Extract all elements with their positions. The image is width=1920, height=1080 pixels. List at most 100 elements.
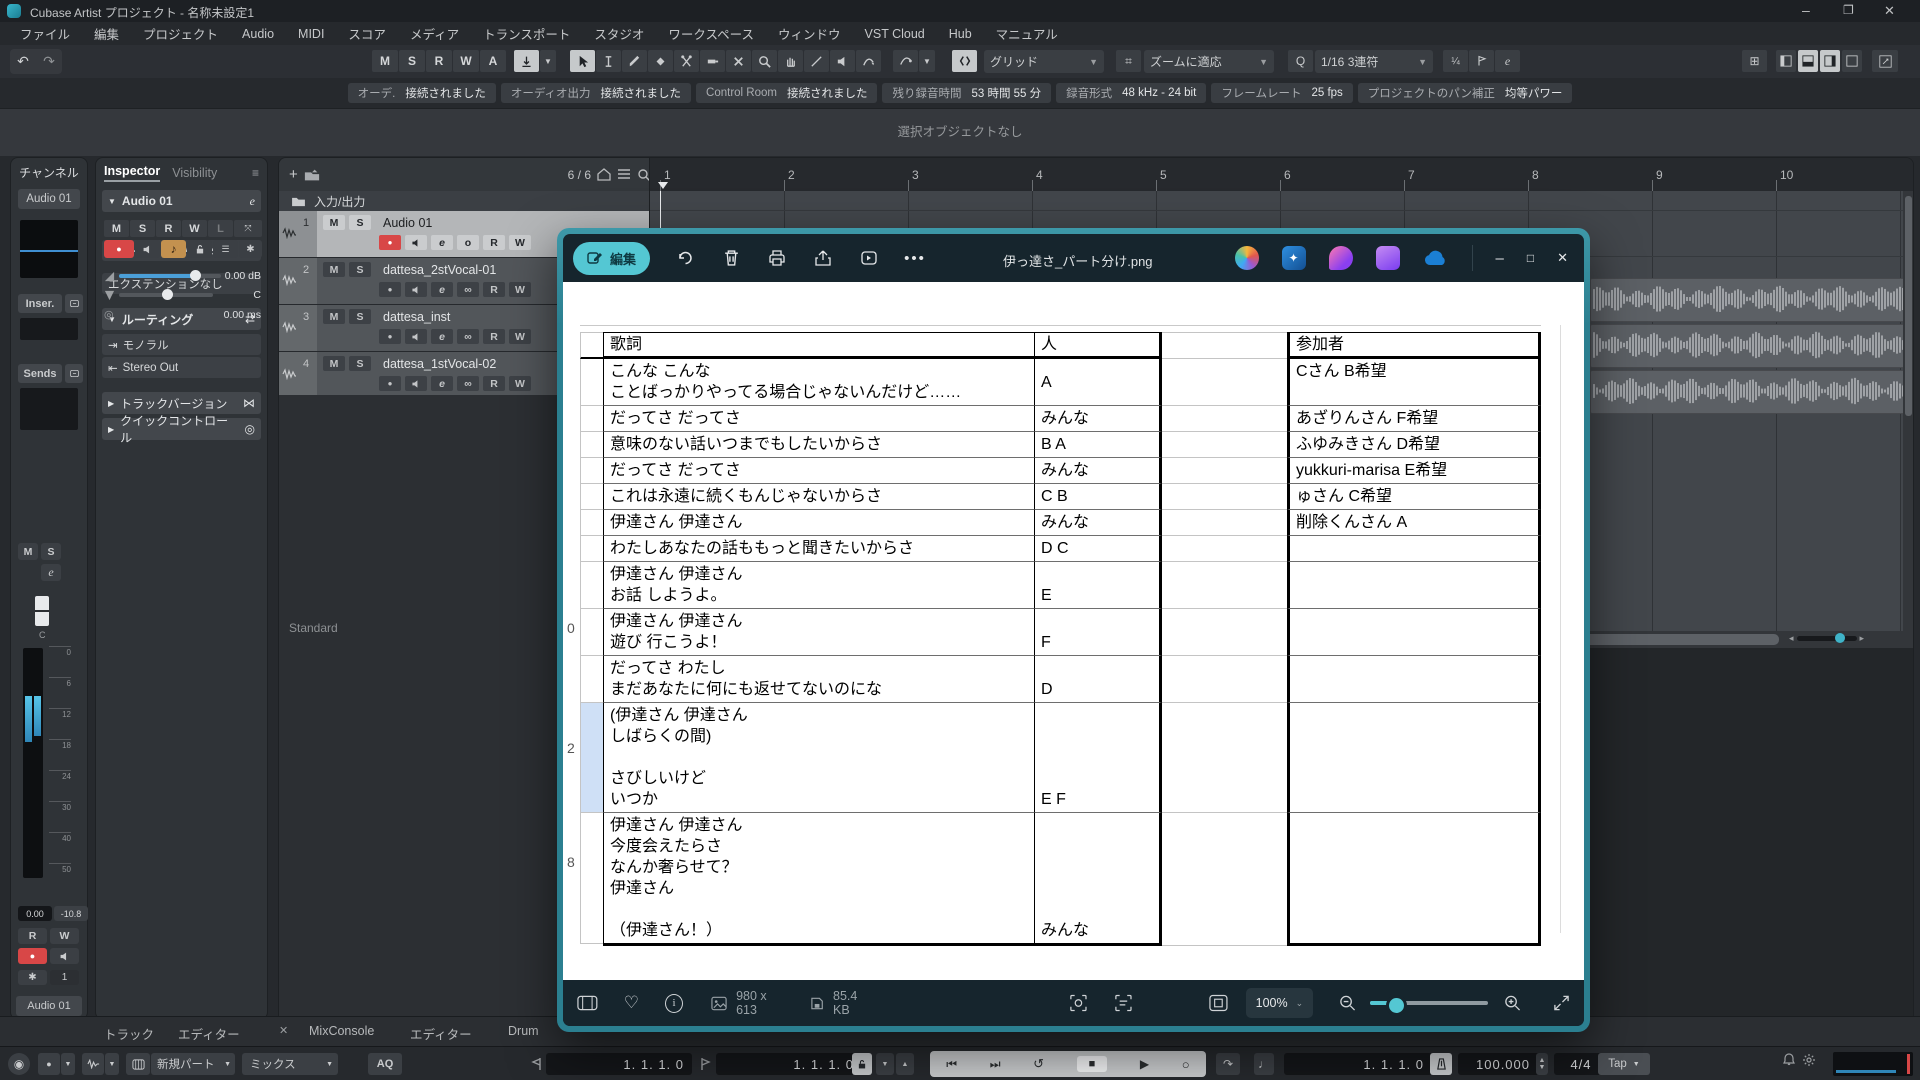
- track-monitor-button[interactable]: [405, 282, 427, 297]
- sends-bypass-icon[interactable]: [65, 364, 83, 383]
- track-record-button[interactable]: ●: [379, 282, 401, 297]
- menu-item-ウィンドウ[interactable]: ウィンドウ: [766, 21, 853, 46]
- undo-button[interactable]: ↶: [17, 53, 29, 70]
- photo-canvas[interactable]: 歌詞人参加者こんな こんな ことばっかりやってる場合じゃないんだけど……ACさん…: [563, 282, 1584, 980]
- track-channel-config[interactable]: ∞: [457, 329, 479, 344]
- inserts-bypass-icon[interactable]: [65, 294, 83, 313]
- vertical-scrollbar[interactable]: [1903, 191, 1914, 631]
- curve-options-caret[interactable]: ▼: [919, 50, 935, 72]
- channel-footer-name[interactable]: Audio 01: [16, 996, 82, 1016]
- text-extract-icon[interactable]: [1114, 993, 1133, 1013]
- track-mute-button[interactable]: M: [323, 215, 345, 230]
- copilot-icon[interactable]: [1235, 246, 1259, 270]
- lower-zone-tab-4[interactable]: Drum: [508, 1024, 539, 1038]
- menu-item-マニュアル[interactable]: マニュアル: [984, 21, 1070, 46]
- inspector-w-button[interactable]: W: [182, 220, 207, 237]
- track-read-button[interactable]: R: [483, 282, 505, 297]
- auto-quantize-button[interactable]: AQ: [368, 1053, 402, 1075]
- use-track-preset-icon[interactable]: [304, 168, 320, 182]
- menu-item-編集[interactable]: 編集: [82, 21, 131, 46]
- close-editor-tab-icon[interactable]: ✕: [279, 1024, 288, 1037]
- track-write-button[interactable]: W: [509, 235, 531, 250]
- track-read-button[interactable]: R: [483, 235, 505, 250]
- track-record-button[interactable]: ●: [379, 329, 401, 344]
- menu-item-プロジェクト[interactable]: プロジェクト: [131, 21, 230, 46]
- inspector-menu-icon[interactable]: ≡: [252, 166, 259, 180]
- h-zoom-in-icon[interactable]: ▸: [1860, 633, 1865, 644]
- designer-icon[interactable]: [1329, 246, 1353, 270]
- inspector-s-button[interactable]: S: [130, 220, 155, 237]
- track-mute-button[interactable]: M: [323, 262, 345, 277]
- visual-search-icon[interactable]: [1069, 993, 1088, 1013]
- audio-mode-caret[interactable]: ▼: [105, 1053, 119, 1075]
- track-write-button[interactable]: W: [509, 376, 531, 391]
- zoom-preset-dropdown[interactable]: ズームに適応▼: [1144, 50, 1274, 73]
- lanes-button[interactable]: ☰: [213, 240, 238, 258]
- grid-icon-button[interactable]: ⌗: [1116, 50, 1141, 72]
- timeline-ruler[interactable]: 12345678910: [649, 158, 1914, 191]
- home-zoom-icon[interactable]: [597, 168, 611, 181]
- comp-tool[interactable]: [778, 50, 803, 72]
- channel-monitor-button[interactable]: [50, 948, 79, 964]
- track-edit-button[interactable]: e: [431, 329, 453, 344]
- record-mode-caret[interactable]: ▼: [61, 1053, 75, 1075]
- autoscroll-button[interactable]: [514, 50, 539, 72]
- zoom-level-dropdown[interactable]: 100% ⌄: [1246, 988, 1314, 1018]
- stop-button[interactable]: ■: [1077, 1056, 1108, 1072]
- menu-item-トランスポート[interactable]: トランスポート: [471, 21, 582, 46]
- sends-button[interactable]: Sends: [18, 364, 62, 383]
- minimize-button[interactable]: –: [1802, 2, 1810, 18]
- track-channel-config[interactable]: ∞: [457, 282, 479, 297]
- inspector-track-header[interactable]: ▼ Audio 01 e: [102, 190, 261, 212]
- volume-slider[interactable]: [119, 274, 221, 278]
- color-tool[interactable]: [856, 50, 881, 72]
- tap-tempo-button[interactable]: Tap▼: [1598, 1053, 1650, 1075]
- audio-mode-button[interactable]: [82, 1053, 104, 1075]
- mute-tool[interactable]: [726, 50, 751, 72]
- delete-icon[interactable]: [714, 243, 748, 273]
- menu-item-Audio[interactable]: Audio: [230, 24, 286, 44]
- toggle-zones-button[interactable]: [1842, 50, 1862, 72]
- zoom-slider-thumb[interactable]: [1386, 995, 1407, 1016]
- track-solo-button[interactable]: S: [349, 356, 371, 371]
- inserts-slot[interactable]: [20, 318, 78, 340]
- track-mute-button[interactable]: M: [323, 309, 345, 324]
- share-icon[interactable]: [806, 243, 840, 273]
- lower-zone-tab-3[interactable]: エディター: [410, 1024, 472, 1043]
- quantize-dropdown[interactable]: 1/16 3連符▼: [1315, 50, 1433, 73]
- insert-mode-icon[interactable]: [126, 1053, 150, 1075]
- track-read-button[interactable]: R: [483, 329, 505, 344]
- track-mute-button[interactable]: M: [323, 356, 345, 371]
- global-r-button[interactable]: R: [426, 50, 452, 72]
- snap-button[interactable]: [952, 50, 977, 72]
- record-button[interactable]: ○: [1182, 1057, 1190, 1072]
- lock-button[interactable]: [187, 240, 212, 258]
- lower-zone-tab-2[interactable]: MixConsole: [309, 1024, 374, 1038]
- inspector-l-button[interactable]: L: [208, 220, 233, 237]
- zoom-tool[interactable]: [752, 50, 777, 72]
- glue-tool[interactable]: [700, 50, 725, 72]
- channel-fader-handle[interactable]: [35, 596, 49, 626]
- channel-write-button[interactable]: W: [50, 928, 79, 944]
- toggle-lower-zone-button[interactable]: [1798, 50, 1818, 72]
- activate-project-button[interactable]: ◉: [8, 1053, 30, 1075]
- track-monitor-button[interactable]: [405, 376, 427, 391]
- track-solo-button[interactable]: S: [349, 215, 371, 230]
- rotate-icon[interactable]: [668, 243, 702, 273]
- channel-edit-button[interactable]: e: [41, 564, 61, 581]
- zoom-out-icon[interactable]: [1339, 994, 1356, 1012]
- quick-controls-header[interactable]: ▶ クイックコントロール ◎: [102, 418, 261, 440]
- sends-slot[interactable]: [20, 388, 78, 430]
- record-enable-button[interactable]: ●: [104, 240, 134, 258]
- track-solo-button[interactable]: S: [349, 309, 371, 324]
- position-display[interactable]: 1. 1. 1. 0: [1284, 1053, 1432, 1075]
- fullscreen-icon[interactable]: [1553, 994, 1570, 1012]
- menu-item-MIDI[interactable]: MIDI: [286, 24, 336, 44]
- h-zoom-out-icon[interactable]: ◂: [1789, 633, 1794, 644]
- quantize-flag-button[interactable]: [1469, 50, 1494, 72]
- global-a-button[interactable]: A: [480, 50, 506, 72]
- pan-slider[interactable]: [119, 293, 213, 297]
- inspector-r-button[interactable]: R: [156, 220, 181, 237]
- track-edit-button[interactable]: e: [431, 376, 453, 391]
- filmstrip-icon[interactable]: [577, 995, 598, 1011]
